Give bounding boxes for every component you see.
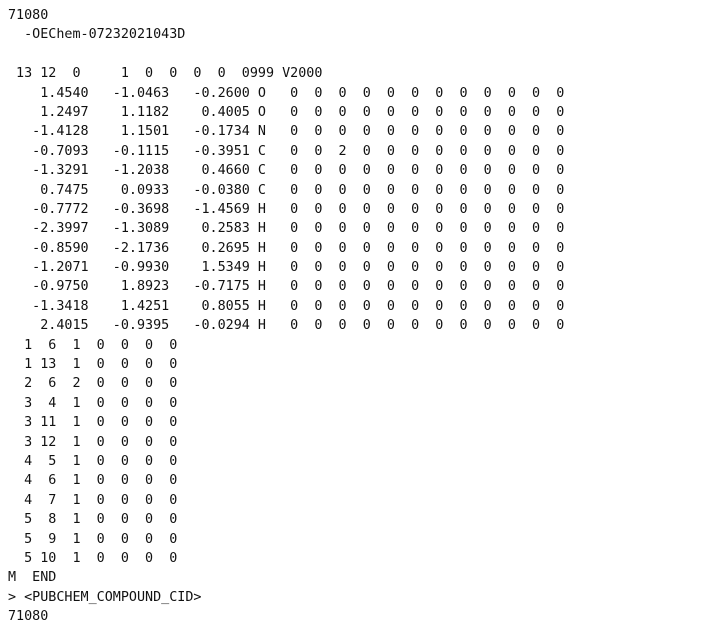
bond-line: 5 10 1 0 0 0 0 bbox=[8, 550, 178, 566]
bond-line: 5 8 1 0 0 0 0 bbox=[8, 512, 178, 528]
header-line: -OEChem-07232021043D bbox=[8, 27, 186, 43]
bond-line: 4 5 1 0 0 0 0 bbox=[8, 453, 178, 469]
atom-line: -1.4128 1.1501 -0.1734 N 0 0 0 0 0 0 0 0… bbox=[8, 124, 565, 140]
atom-line: -1.3291 -1.2038 0.4660 C 0 0 0 0 0 0 0 0… bbox=[8, 163, 565, 179]
atom-line: 1.4540 -1.0463 -0.2600 O 0 0 0 0 0 0 0 0… bbox=[8, 85, 565, 101]
data-field-tag-line: > <PUBCHEM_COMPOUND_CID> bbox=[8, 589, 202, 605]
header-line: 71080 bbox=[8, 8, 49, 23]
bond-line: 1 13 1 0 0 0 0 bbox=[8, 357, 178, 373]
sdf-text-document: 71080 -OEChem-07232021043D 13 12 0 1 0 0… bbox=[0, 0, 723, 627]
atom-line: -0.8590 -2.1736 0.2695 H 0 0 0 0 0 0 0 0… bbox=[8, 240, 565, 256]
atom-line: -2.3997 -1.3089 0.2583 H 0 0 0 0 0 0 0 0… bbox=[8, 221, 565, 237]
atom-line: 1.2497 1.1182 0.4005 O 0 0 0 0 0 0 0 0 0… bbox=[8, 104, 565, 120]
atom-line: -1.2071 -0.9930 1.5349 H 0 0 0 0 0 0 0 0… bbox=[8, 260, 565, 276]
end-marker-line: M END bbox=[8, 570, 57, 586]
bond-line: 3 4 1 0 0 0 0 bbox=[8, 395, 178, 411]
bond-line: 3 12 1 0 0 0 0 bbox=[8, 434, 178, 450]
bond-line: 5 9 1 0 0 0 0 bbox=[8, 531, 178, 547]
bond-line: 3 11 1 0 0 0 0 bbox=[8, 415, 178, 431]
bond-line: 4 6 1 0 0 0 0 bbox=[8, 473, 178, 489]
atom-line: 0.7475 0.0933 -0.0380 C 0 0 0 0 0 0 0 0 … bbox=[8, 182, 565, 198]
atom-line: -0.9750 1.8923 -0.7175 H 0 0 0 0 0 0 0 0… bbox=[8, 279, 565, 295]
atom-line: 2.4015 -0.9395 -0.0294 H 0 0 0 0 0 0 0 0… bbox=[8, 318, 565, 334]
header-line bbox=[8, 45, 723, 64]
atom-line: -0.7093 -0.1115 -0.3951 C 0 0 2 0 0 0 0 … bbox=[8, 143, 565, 159]
atom-line: -0.7772 -0.3698 -1.4569 H 0 0 0 0 0 0 0 … bbox=[8, 201, 565, 217]
bond-line: 1 6 1 0 0 0 0 bbox=[8, 337, 178, 353]
counts-line: 13 12 0 1 0 0 0 0 0999 V2000 bbox=[8, 66, 323, 82]
atom-line: -1.3418 1.4251 0.8055 H 0 0 0 0 0 0 0 0 … bbox=[8, 298, 565, 314]
data-field-value-line: 71080 bbox=[8, 609, 49, 625]
bond-line: 2 6 2 0 0 0 0 bbox=[8, 376, 178, 392]
bond-line: 4 7 1 0 0 0 0 bbox=[8, 492, 178, 508]
